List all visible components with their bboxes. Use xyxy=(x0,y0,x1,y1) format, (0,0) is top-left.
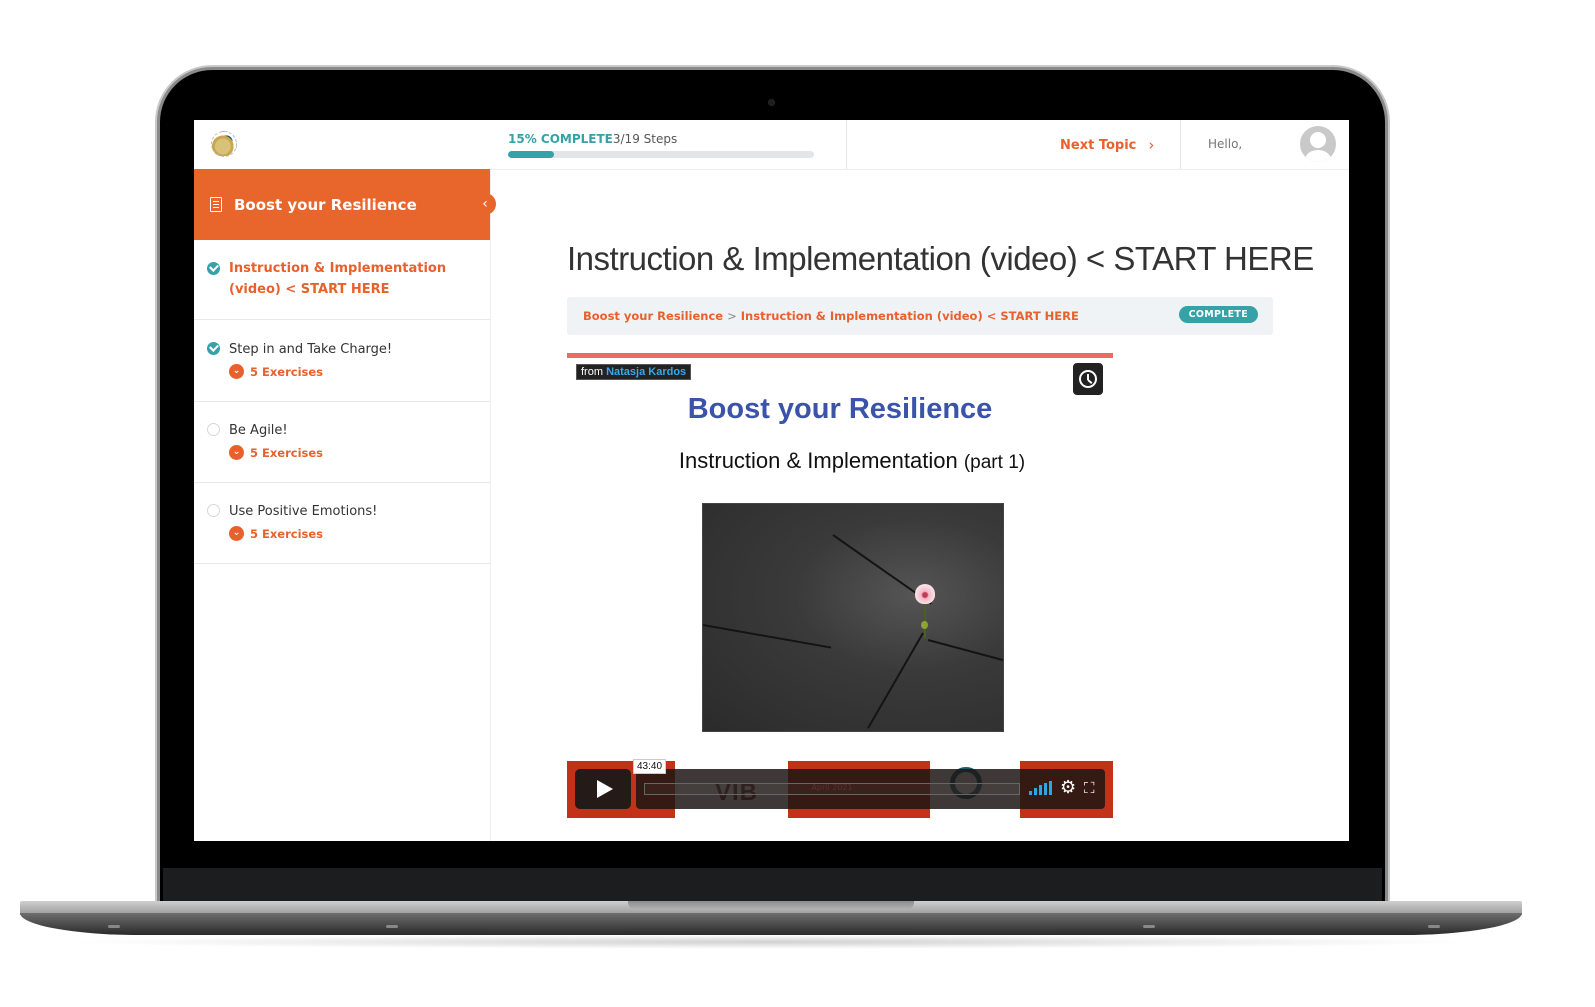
watch-later-button[interactable] xyxy=(1073,363,1103,395)
breadcrumb-bar: Boost your Resilience > Instruction & Im… xyxy=(567,297,1273,335)
chevron-down-icon: ⌄ xyxy=(229,445,244,460)
course-title: Boost your Resilience xyxy=(234,195,417,214)
volume-icon[interactable] xyxy=(1029,781,1052,795)
breadcrumb-separator: > xyxy=(727,309,737,323)
slide-photo-flower-in-asphalt xyxy=(702,503,1004,732)
sidebar-lesson-be-agile[interactable]: Be Agile! ⌄ 5 Exercises xyxy=(194,402,490,483)
progress-bar-fill xyxy=(508,151,554,158)
lesson-label: Instruction & Implementation (video) < S… xyxy=(229,261,447,297)
clock-icon xyxy=(1079,370,1097,388)
laptop-notch xyxy=(628,901,914,910)
chevron-down-icon: ⌄ xyxy=(229,526,244,541)
laptop-foot xyxy=(1143,925,1155,928)
course-sidebar: Boost your Resilience ‹ Instruction & Im… xyxy=(194,169,496,841)
slide-subtitle-part: (part 1) xyxy=(963,452,1026,473)
course-progress: 15% COMPLETE3/19 Steps xyxy=(508,132,818,158)
video-controls: April 2021 ⚙ ⛶ 43:40 xyxy=(575,759,1105,809)
control-bar: April 2021 ⚙ ⛶ xyxy=(636,769,1105,809)
user-avatar-icon[interactable] xyxy=(1300,126,1336,162)
author-link[interactable]: Natasja Kardos xyxy=(606,366,686,378)
exercises-count: 5 Exercises xyxy=(250,526,323,541)
video-top-border xyxy=(567,353,1113,358)
expand-exercises-button[interactable]: ⌄ 5 Exercises xyxy=(229,364,490,379)
chevron-right-icon: › xyxy=(1148,136,1155,154)
status-badge: COMPLETE xyxy=(1178,306,1258,323)
progress-bar xyxy=(508,151,814,158)
seek-bar[interactable]: April 2021 xyxy=(644,783,1020,795)
chevron-left-icon: ‹ xyxy=(482,196,488,212)
laptop-foot xyxy=(1428,925,1440,928)
site-logo[interactable] xyxy=(211,131,237,157)
empty-circle-icon xyxy=(207,504,220,517)
breadcrumb: Boost your Resilience > Instruction & Im… xyxy=(583,309,1079,323)
divider xyxy=(846,120,847,169)
lesson-label: Step in and Take Charge! xyxy=(229,342,393,357)
sidebar-lesson-positive-emotions[interactable]: Use Positive Emotions! ⌄ 5 Exercises xyxy=(194,483,490,564)
expand-exercises-button[interactable]: ⌄ 5 Exercises xyxy=(229,445,490,460)
breadcrumb-lesson-link[interactable]: Instruction & Implementation (video) < S… xyxy=(741,309,1079,323)
page-title: Instruction & Implementation (video) < S… xyxy=(567,240,1314,277)
slide-subtitle: Instruction & Implementation (part 1) xyxy=(567,448,1113,474)
fullscreen-icon[interactable]: ⛶ xyxy=(1084,779,1095,797)
progress-percent: 15% COMPLETE xyxy=(508,132,613,146)
progress-steps: 3/19 Steps xyxy=(612,132,678,146)
screen: 15% COMPLETE3/19 Steps Next Topic › Hell… xyxy=(194,120,1349,841)
top-bar: 15% COMPLETE3/19 Steps Next Topic › Hell… xyxy=(194,120,1349,170)
chevron-down-icon: ⌄ xyxy=(229,364,244,379)
laptop-base-bottom xyxy=(20,913,1522,935)
slide-subtitle-main: Instruction & Implementation xyxy=(678,448,958,473)
collapse-sidebar-button[interactable]: ‹ xyxy=(474,193,496,215)
seek-bar-underlay-text: April 2021 xyxy=(811,783,853,792)
play-button[interactable] xyxy=(575,769,631,809)
progress-text: 15% COMPLETE3/19 Steps xyxy=(508,132,818,146)
video-player[interactable]: from Natasja Kardos Boost your Resilienc… xyxy=(567,353,1113,818)
divider xyxy=(1180,120,1181,169)
laptop-foot xyxy=(108,925,120,928)
empty-circle-icon xyxy=(207,423,220,436)
laptop-camera xyxy=(768,99,775,106)
exercises-count: 5 Exercises xyxy=(250,364,323,379)
slide-title: Boost your Resilience xyxy=(687,393,993,425)
check-circle-icon xyxy=(207,342,220,355)
next-topic-link[interactable]: Next Topic › xyxy=(1060,136,1154,154)
laptop-chin xyxy=(163,868,1382,904)
lesson-label: Be Agile! xyxy=(229,423,288,438)
document-icon xyxy=(210,197,222,212)
expand-exercises-button[interactable]: ⌄ 5 Exercises xyxy=(229,526,490,541)
check-circle-icon xyxy=(207,262,220,275)
sidebar-lesson-step-in[interactable]: Step in and Take Charge! ⌄ 5 Exercises xyxy=(194,320,490,402)
byline-prefix: from xyxy=(581,366,603,378)
laptop-foot xyxy=(386,925,398,928)
breadcrumb-course-link[interactable]: Boost your Resilience xyxy=(583,309,723,323)
video-duration: 43:40 xyxy=(633,759,667,774)
gear-icon[interactable]: ⚙ xyxy=(1060,778,1076,798)
sidebar-lesson-instruction[interactable]: Instruction & Implementation (video) < S… xyxy=(194,240,490,320)
video-byline: from Natasja Kardos xyxy=(576,364,692,380)
user-greeting: Hello, xyxy=(1208,137,1243,151)
lesson-label: Use Positive Emotions! xyxy=(229,504,378,519)
laptop-shadow xyxy=(60,935,1480,949)
course-title-header: Boost your Resilience xyxy=(194,169,490,240)
next-topic-label: Next Topic xyxy=(1060,137,1137,153)
exercises-count: 5 Exercises xyxy=(250,445,323,460)
